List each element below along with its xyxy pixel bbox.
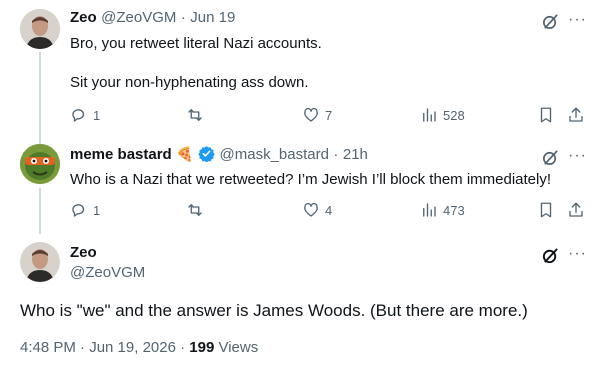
reply-icon bbox=[72, 204, 85, 217]
like-count: 4 bbox=[325, 202, 333, 218]
avatar[interactable] bbox=[20, 242, 60, 282]
retweet-button[interactable] bbox=[186, 104, 204, 126]
like-count: 7 bbox=[325, 107, 333, 123]
tweet-time[interactable]: 21h bbox=[343, 146, 368, 163]
main-tweet-text: Who is "we" and the answer is James Wood… bbox=[20, 301, 528, 320]
bookmark-icon bbox=[540, 202, 552, 218]
bookmark-icon bbox=[540, 107, 552, 123]
action-bar: 1 7 528 bbox=[70, 104, 590, 126]
views-icon bbox=[423, 108, 436, 122]
pizza-emoji: 🍕 bbox=[176, 146, 194, 162]
author-name[interactable]: Zeo bbox=[70, 244, 97, 261]
share-button[interactable] bbox=[567, 199, 585, 221]
share-icon bbox=[569, 202, 583, 217]
retweet-icon bbox=[188, 109, 202, 121]
grok-icon[interactable] bbox=[540, 245, 560, 265]
like-button[interactable]: 7 bbox=[302, 104, 332, 126]
author-name[interactable]: Zeo bbox=[70, 9, 97, 26]
tweet-text-line: Who is a Nazi that we retweeted? I’m Jew… bbox=[70, 171, 552, 188]
retweet-button[interactable] bbox=[186, 199, 204, 221]
separator: · bbox=[180, 9, 186, 26]
author-name[interactable]: meme bastard bbox=[70, 146, 172, 163]
bookmark-button[interactable] bbox=[537, 199, 555, 221]
like-button[interactable]: 4 bbox=[302, 199, 332, 221]
action-bar: 1 4 473 bbox=[70, 199, 590, 221]
reply-count: 1 bbox=[93, 107, 101, 123]
thread-line bbox=[39, 52, 41, 144]
views-button[interactable]: 473 bbox=[420, 199, 465, 221]
more-icon[interactable]: ··· bbox=[568, 148, 587, 164]
views-count: 473 bbox=[443, 202, 465, 218]
share-button[interactable] bbox=[567, 104, 585, 126]
views-count: 528 bbox=[443, 107, 465, 123]
avatar[interactable] bbox=[20, 144, 60, 184]
reply-button[interactable]: 1 bbox=[70, 199, 100, 221]
timestamp[interactable]: 4:48 PM · Jun 19, 2026 · bbox=[20, 339, 185, 356]
reply-count: 1 bbox=[93, 202, 101, 218]
author-handle[interactable]: @ZeoVGM bbox=[101, 9, 176, 26]
tweet-text: Bro, you retweet literal Nazi accounts. … bbox=[70, 34, 570, 93]
thread-line bbox=[39, 188, 41, 234]
grok-icon[interactable] bbox=[540, 11, 560, 31]
bookmark-button[interactable] bbox=[537, 104, 555, 126]
tweet-header: Zeo @ZeoVGM · Jun 19 bbox=[70, 9, 235, 27]
reply-icon bbox=[72, 109, 85, 122]
views-icon bbox=[423, 203, 436, 217]
tweet-text: Who is a Nazi that we retweeted? I’m Jew… bbox=[70, 170, 595, 190]
tweet-meta: 4:48 PM · Jun 19, 2026 · 199 Views bbox=[20, 339, 258, 356]
more-icon[interactable]: ··· bbox=[568, 12, 587, 28]
tweet-text-line: Sit your non-hyphenating ass down. bbox=[70, 74, 309, 91]
tweet-header: meme bastard 🍕 @mask_bastard · 21h bbox=[70, 145, 368, 164]
separator: · bbox=[333, 146, 339, 163]
share-icon bbox=[569, 107, 583, 122]
avatar[interactable] bbox=[20, 9, 60, 49]
like-icon bbox=[304, 107, 318, 122]
views-label: Views bbox=[218, 339, 259, 356]
grok-icon[interactable] bbox=[540, 147, 560, 167]
retweet-icon bbox=[188, 204, 202, 216]
more-icon[interactable]: ··· bbox=[568, 246, 587, 262]
views-button[interactable]: 528 bbox=[420, 104, 465, 126]
author-handle[interactable]: @ZeoVGM bbox=[70, 264, 145, 281]
author-handle[interactable]: @mask_bastard bbox=[220, 146, 329, 163]
tweet-text-line: Bro, you retweet literal Nazi accounts. bbox=[70, 35, 322, 52]
tweet-time[interactable]: Jun 19 bbox=[190, 9, 235, 26]
views-count: 199 bbox=[189, 339, 215, 356]
verified-icon bbox=[198, 146, 215, 162]
reply-button[interactable]: 1 bbox=[70, 104, 100, 126]
like-icon bbox=[304, 202, 318, 217]
